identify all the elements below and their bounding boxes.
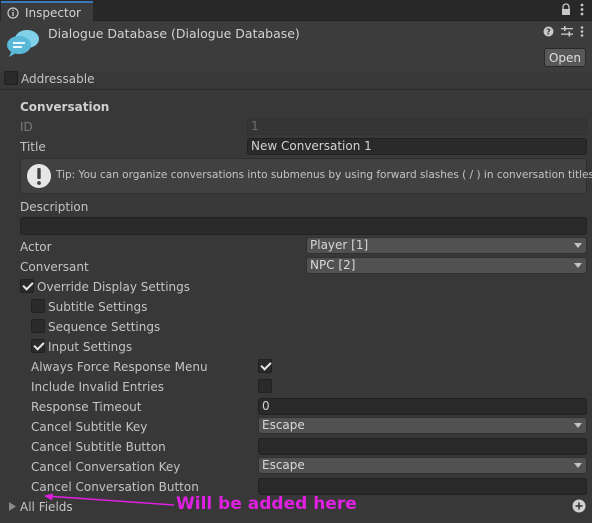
response-timeout-label: Response Timeout xyxy=(31,400,142,414)
cancel-conversation-key-label: Cancel Conversation Key xyxy=(31,460,181,474)
help-icon[interactable]: ? xyxy=(543,26,554,37)
annotation-text: Will be added here xyxy=(176,494,357,514)
override-display-settings-label: Override Display Settings xyxy=(37,280,190,294)
dialogue-database-icon xyxy=(7,30,39,57)
id-field: 1 xyxy=(247,118,587,135)
subtitle-settings-label: Subtitle Settings xyxy=(48,300,148,314)
tab-bar: Inspector xyxy=(0,0,592,22)
actor-label: Actor xyxy=(20,240,52,254)
cancel-conversation-button-field[interactable] xyxy=(258,478,587,495)
tab-label: Inspector xyxy=(25,5,81,20)
conversant-label: Conversant xyxy=(20,260,89,274)
subtitle-settings-checkbox[interactable] xyxy=(31,299,45,313)
response-timeout-field[interactable]: 0 xyxy=(258,398,587,415)
chevron-down-icon xyxy=(574,423,582,428)
cancel-subtitle-button-label: Cancel Subtitle Button xyxy=(31,440,166,454)
input-settings-label: Input Settings xyxy=(48,340,133,354)
input-settings-checkbox[interactable] xyxy=(31,339,45,353)
more-vertical-icon[interactable] xyxy=(580,3,584,16)
cancel-subtitle-key-label: Cancel Subtitle Key xyxy=(31,420,148,434)
actor-value: Player [1] xyxy=(310,238,369,252)
add-field-icon[interactable] xyxy=(572,499,586,513)
chevron-down-icon xyxy=(574,463,582,468)
conversant-dropdown[interactable]: NPC [2] xyxy=(306,257,587,274)
description-field[interactable] xyxy=(20,217,587,235)
title-label: Title xyxy=(20,140,46,154)
id-label: ID xyxy=(20,120,33,134)
annotation-arrow xyxy=(44,493,175,506)
more-vertical-icon[interactable] xyxy=(580,26,584,37)
description-label: Description xyxy=(20,200,89,214)
info-icon xyxy=(7,6,19,19)
cancel-conversation-key-value: Escape xyxy=(262,458,305,472)
sequence-settings-label: Sequence Settings xyxy=(48,320,161,334)
conversant-value: NPC [2] xyxy=(310,258,356,272)
open-button[interactable]: Open xyxy=(544,48,586,67)
cancel-subtitle-key-dropdown[interactable]: Escape xyxy=(258,417,587,434)
tip-helpbox: Tip: You can organize conversations into… xyxy=(20,158,592,194)
lock-icon[interactable] xyxy=(560,3,572,16)
divider xyxy=(0,89,592,90)
svg-text:?: ? xyxy=(546,28,551,37)
section-title: Conversation xyxy=(20,100,110,114)
cancel-subtitle-key-value: Escape xyxy=(262,418,305,432)
tip-text: Tip: You can organize conversations into… xyxy=(56,169,592,181)
addressable-checkbox[interactable] xyxy=(4,71,18,85)
include-invalid-checkbox[interactable] xyxy=(258,379,272,393)
chevron-down-icon xyxy=(574,243,582,248)
addressable-label: Addressable xyxy=(21,72,95,86)
title-field[interactable]: New Conversation 1 xyxy=(247,138,587,155)
cancel-conversation-key-dropdown[interactable]: Escape xyxy=(258,457,587,474)
override-display-settings-checkbox[interactable] xyxy=(20,279,34,293)
object-title: Dialogue Database (Dialogue Database) xyxy=(48,26,300,41)
settings-sliders-icon[interactable] xyxy=(561,26,573,37)
inspector-header: Dialogue Database (Dialogue Database) ? xyxy=(0,22,592,72)
cancel-subtitle-button-field[interactable] xyxy=(258,438,587,455)
warning-info-icon xyxy=(27,164,51,188)
actor-dropdown[interactable]: Player [1] xyxy=(306,237,587,254)
always-force-response-checkbox[interactable] xyxy=(258,359,272,373)
include-invalid-label: Include Invalid Entries xyxy=(31,380,164,394)
foldout-arrow-icon[interactable] xyxy=(9,502,16,511)
sequence-settings-checkbox[interactable] xyxy=(31,319,45,333)
always-force-response-label: Always Force Response Menu xyxy=(31,360,208,374)
tab-inspector[interactable]: Inspector xyxy=(1,1,93,22)
chevron-down-icon xyxy=(574,263,582,268)
